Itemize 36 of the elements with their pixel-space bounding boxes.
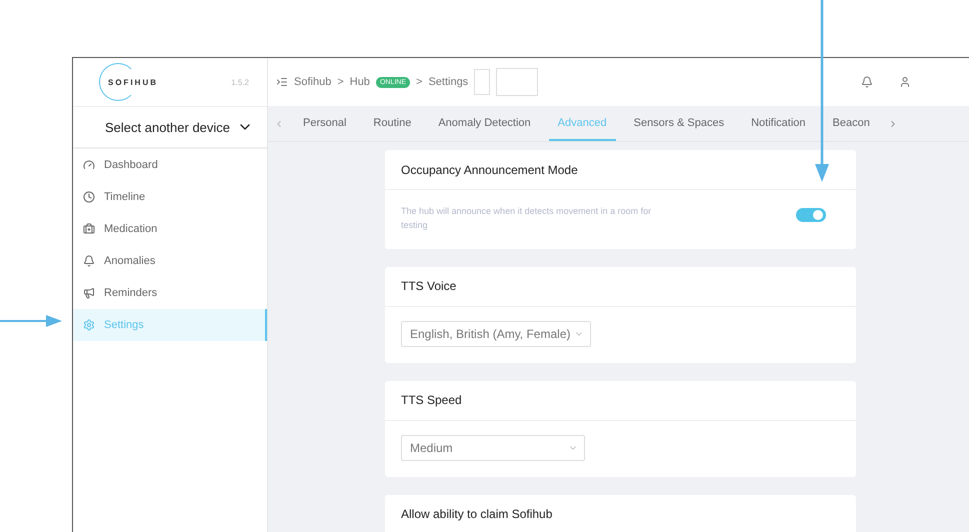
sidebar-item[interactable]: Medication <box>73 213 267 245</box>
breadcrumb-link[interactable]: Sofihub <box>294 76 332 88</box>
card-description: The hub will announce when it detects movement in a room for testing <box>401 205 652 232</box>
breadcrumb-separator: > <box>337 76 344 88</box>
sidebar-item[interactable]: Timeline <box>73 181 267 213</box>
gauge-icon <box>83 159 95 171</box>
gear-icon <box>83 319 95 331</box>
tab[interactable]: Beacon <box>824 106 879 141</box>
medical-kit-icon <box>83 223 95 235</box>
right-arrow-annotation <box>0 315 62 327</box>
sidebar-item[interactable]: Dashboard <box>73 149 267 181</box>
dropdown-select[interactable]: English, British (Amy, Female) <box>401 320 592 347</box>
version-label: 1.5.2 <box>231 78 249 86</box>
card-title: Occupancy Announcement Mode <box>401 162 578 176</box>
clock-icon <box>83 191 95 203</box>
tab[interactable]: Personal <box>294 106 356 141</box>
toggle-switch[interactable] <box>796 208 826 222</box>
breadcrumb-link[interactable]: Hub <box>350 76 370 88</box>
breadcrumb-current: Settings <box>428 76 468 88</box>
card-title: Allow ability to claim Sofihub <box>401 507 552 522</box>
sidebar-item[interactable]: Anomalies <box>73 245 267 277</box>
logo-text: SOFIHUB <box>108 78 158 86</box>
dropdown-select[interactable]: Medium <box>401 434 585 461</box>
sidebar-item[interactable]: Reminders <box>73 277 267 309</box>
bell-icon[interactable] <box>861 76 873 88</box>
tab[interactable]: Sensors & Spaces <box>624 106 734 141</box>
menu-icon[interactable] <box>276 76 288 88</box>
tab[interactable]: Routine <box>364 106 420 141</box>
card-title: TTS Voice <box>401 279 456 294</box>
user-icon[interactable] <box>899 76 911 88</box>
card-title: TTS Speed <box>401 393 462 408</box>
megaphone-icon <box>83 287 95 299</box>
tab[interactable]: Notification <box>742 106 815 141</box>
tab[interactable]: Anomaly Detection <box>429 106 540 141</box>
breadcrumb-separator: > <box>416 76 422 88</box>
bell-icon <box>83 255 95 267</box>
